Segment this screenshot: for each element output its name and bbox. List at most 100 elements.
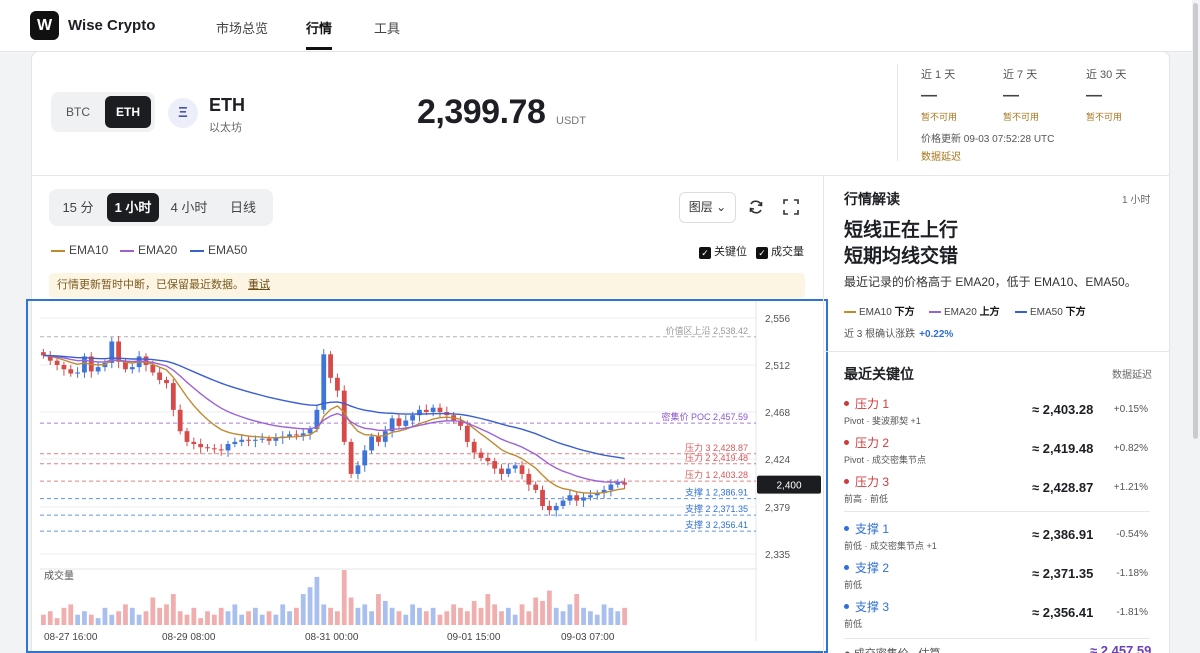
ema10-status-name: EMA10 — [859, 307, 892, 318]
candle-body — [410, 415, 416, 421]
volume-bar — [499, 611, 504, 625]
key-levels-delay: 数据延迟 — [1112, 370, 1152, 381]
candle-body — [471, 441, 477, 453]
candle-body — [430, 407, 436, 412]
volume-bar — [116, 611, 122, 625]
candle-body — [533, 484, 539, 490]
key-levels-checkbox[interactable]: ✓ 关键位 — [699, 243, 747, 259]
key-level-pct: -0.54% — [1116, 529, 1148, 540]
stat-7d-label: 近 7 天 — [1003, 69, 1038, 81]
scrollbar-thumb[interactable] — [1193, 3, 1198, 439]
brand-name[interactable]: Wise Crypto — [68, 17, 155, 34]
ema10-swatch — [51, 249, 65, 252]
logo-icon[interactable]: W — [30, 11, 59, 40]
candle-body — [307, 429, 313, 434]
candle-body — [519, 465, 525, 474]
key-level-price: ≈ 2,356.41 — [1032, 605, 1094, 620]
retry-link[interactable]: 重试 — [248, 279, 270, 291]
recent-change: 近 3 根确认涨跌 +0.22% — [844, 325, 953, 340]
key-level-name: 支撑 2 — [844, 559, 889, 576]
y-tick-label: 2,468 — [765, 408, 790, 419]
key-level-row[interactable]: 压力 3 前高 · 前低 ≈ 2,428.87 +1.21% — [844, 473, 1150, 511]
candle-body — [437, 407, 443, 412]
candle-body — [478, 452, 484, 458]
key-level-label: 支撑 2 — [855, 561, 890, 575]
tf-15m-button[interactable]: 15 分 — [53, 193, 103, 222]
volume-bar — [225, 611, 231, 625]
candle-body — [335, 377, 340, 391]
asset-name: 以太坊 — [209, 122, 242, 134]
candle-body — [382, 431, 388, 442]
volume-bar — [266, 611, 272, 625]
asset-symbol: ETH — [209, 95, 245, 115]
volume-bar — [519, 604, 525, 625]
coin-eth-button[interactable]: ETH — [105, 96, 151, 128]
current-price: 2,399.78 — [417, 93, 546, 131]
tf-daily-button[interactable]: 日线 — [219, 193, 267, 222]
candle-body — [150, 364, 156, 373]
key-level-row[interactable]: 压力 1 Pivot · 斐波那契 +1 ≈ 2,403.28 +0.15% — [844, 395, 1150, 433]
volume-bar — [622, 607, 627, 625]
candle-body — [485, 457, 491, 462]
volume-bar — [177, 611, 183, 625]
tf-1h-button[interactable]: 1 小时 — [107, 193, 159, 222]
legend-ema20: EMA20 — [120, 243, 177, 257]
ema50-line — [43, 354, 625, 460]
coin-btc-button[interactable]: BTC — [55, 96, 101, 128]
candle-body — [68, 369, 74, 374]
candle-body — [403, 420, 409, 426]
key-level-source: 前低 — [844, 619, 863, 629]
volume-bar — [273, 614, 279, 625]
volume-checkbox[interactable]: ✓ 成交量 — [756, 243, 804, 259]
stats-divider — [897, 64, 898, 161]
candle-body — [225, 444, 231, 451]
side-panel-divider — [823, 176, 824, 653]
volume-label: 成交量 — [44, 569, 74, 582]
candle-body — [362, 450, 368, 466]
nav-tools[interactable]: 工具 — [374, 18, 400, 37]
key-level-label: 压力 1 — [855, 397, 890, 411]
page-scrollbar[interactable] — [1192, 0, 1200, 653]
key-level-name: 支撑 3 — [844, 598, 889, 615]
fullscreen-icon[interactable] — [782, 198, 800, 216]
timeframe-group: 15 分 1 小时 4 小时 日线 — [49, 189, 273, 226]
key-level-row[interactable]: 压力 2 Pivot · 成交密集节点 ≈ 2,419.48 +0.82% — [844, 434, 1150, 472]
warning-text: 行情更新暂时中断，已保留最近数据。 — [57, 279, 244, 291]
ema50-status-name: EMA50 — [1030, 307, 1063, 318]
volume-bar — [396, 611, 402, 625]
key-level-pct: -1.81% — [1116, 607, 1148, 618]
refresh-icon[interactable] — [747, 198, 765, 216]
volume-bar — [170, 594, 176, 625]
volume-bar — [423, 611, 429, 625]
volume-bar — [464, 611, 470, 625]
candle-body — [266, 438, 272, 441]
volume-bar — [252, 607, 258, 625]
volume-bar — [246, 611, 251, 625]
nav-market-overview[interactable]: 市场总览 — [216, 18, 268, 37]
volume-bar — [211, 614, 217, 625]
layers-dropdown[interactable]: 图层 ⌄ — [679, 192, 736, 223]
recent-change-value: +0.22% — [919, 329, 954, 340]
key-level-price: ≈ 2,428.87 — [1032, 480, 1094, 495]
volume-bar — [239, 614, 245, 625]
panel-divider — [824, 351, 1170, 352]
candle-body — [560, 500, 566, 506]
key-level-row[interactable]: 支撑 2 前低 ≈ 2,371.35 -1.18% — [844, 559, 1150, 597]
header-divider — [31, 175, 1170, 176]
ema20-label: EMA20 — [138, 243, 178, 257]
volume-bar — [157, 607, 163, 625]
key-level-row[interactable]: 支撑 1 前低 · 成交密集节点 +1 ≈ 2,386.91 -0.54% — [844, 520, 1150, 558]
key-level-row[interactable]: 支撑 3 前低 ≈ 2,356.41 -1.81% — [844, 598, 1150, 636]
candle-body — [464, 425, 470, 442]
ema20-status-name: EMA20 — [944, 307, 977, 318]
blue-dot-icon — [844, 565, 849, 570]
key-level-label: 压力 2 2,419.48 — [685, 452, 748, 463]
blue-dot-icon — [844, 604, 849, 609]
volume-bar — [560, 611, 566, 625]
nav-quotes[interactable]: 行情 — [306, 18, 332, 37]
tf-4h-button[interactable]: 4 小时 — [163, 193, 215, 222]
candle-body — [492, 461, 498, 469]
y-tick-label: 2,424 — [765, 455, 790, 466]
poc-row-price: ≈ 2,457.59 — [1090, 643, 1152, 653]
price-chart[interactable]: 2,556 2,512 2,468 2,424 2,379 2,335 价值区上沿 2,53… — [28, 301, 826, 651]
